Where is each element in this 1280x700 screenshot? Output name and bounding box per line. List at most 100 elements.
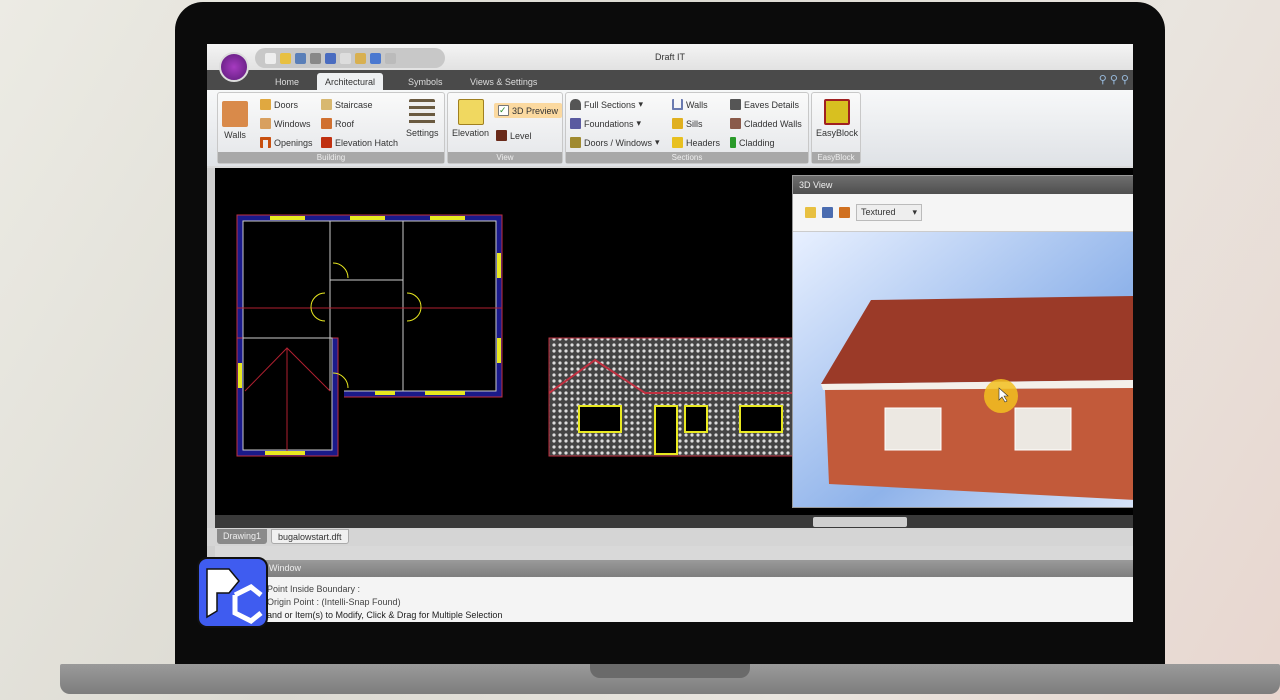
cladded-walls-button[interactable]: Cladded Walls: [730, 118, 802, 129]
level-label: Level: [510, 130, 532, 141]
roof-icon: [321, 118, 332, 129]
app-window: Draft IT Home Architectural Symbols View…: [207, 44, 1133, 622]
horizontal-scrollbar[interactable]: [215, 515, 1133, 528]
command-line: Origin Point : (Intelli-Snap Found): [267, 597, 401, 607]
3d-view-window[interactable]: 3D View Textured ▾: [792, 175, 1133, 508]
command-window: Point Inside Boundary : Origin Point : (…: [207, 577, 1133, 622]
headers-button[interactable]: Headers: [672, 137, 720, 148]
doc-tab-bugalowstart[interactable]: bugalowstart.dft: [271, 529, 349, 544]
cladded-walls-label: Cladded Walls: [744, 118, 802, 129]
group-easyblock: EasyBlock EasyBlock: [811, 92, 861, 164]
eaves-details-button[interactable]: Eaves Details: [730, 99, 799, 110]
zoom-icons[interactable]: ⚲ ⚲ ⚲: [1099, 73, 1129, 86]
ribbon-tabs: Home Architectural Symbols Views & Setti…: [207, 70, 1133, 90]
save-image-icon[interactable]: [822, 207, 833, 218]
window-title: Draft IT: [654, 52, 685, 62]
opening-icon: [260, 137, 271, 148]
cad-drawing: [236, 214, 796, 458]
elevation-hatch-label: Elevation Hatch: [335, 137, 399, 148]
foundations-dropdown[interactable]: Foundations ▾: [570, 118, 641, 129]
channel-logo: [197, 557, 268, 628]
3d-preview-label: 3D Preview: [512, 105, 559, 116]
cladding-label: Cladding: [739, 137, 775, 148]
home-view-icon[interactable]: [805, 207, 816, 218]
easyblock-label: EasyBlock: [816, 128, 859, 138]
openings-label: Openings: [274, 137, 313, 148]
group-label-view: View: [448, 152, 562, 163]
sills-button[interactable]: Sills: [672, 118, 703, 129]
door-icon: [260, 99, 271, 110]
3d-view-title: 3D View: [793, 176, 1133, 194]
windows-label: Windows: [274, 118, 311, 129]
tab-architectural[interactable]: Architectural: [317, 73, 384, 90]
command-window-header: Window: [207, 560, 1133, 577]
headers-label: Headers: [686, 137, 721, 148]
settings-button[interactable]: Settings: [406, 99, 439, 138]
headers-icon: [672, 137, 683, 148]
easyblock-button[interactable]: EasyBlock: [816, 99, 858, 138]
full-sections-icon: [570, 99, 581, 110]
front-elevation: [548, 337, 796, 457]
cladding-button[interactable]: Cladding: [730, 137, 775, 148]
section-walls-icon: [672, 99, 683, 110]
tab-views-settings[interactable]: Views & Settings: [462, 73, 545, 90]
foundations-label: Foundations: [584, 118, 634, 129]
full-sections-label: Full Sections: [584, 99, 636, 110]
window-icon: [260, 118, 271, 129]
command-line: Point Inside Boundary :: [267, 584, 361, 594]
laptop-notch: [590, 664, 750, 678]
roof-label: Roof: [335, 118, 355, 129]
group-view: Elevation ✓ 3D Preview Level View: [447, 92, 563, 164]
material-icon[interactable]: [839, 207, 850, 218]
foundations-icon: [570, 118, 581, 129]
level-icon: [496, 130, 507, 141]
cladded-walls-icon: [730, 118, 741, 129]
doors-button[interactable]: Doors: [260, 99, 298, 110]
sills-label: Sills: [686, 118, 703, 129]
cladding-icon: [730, 137, 736, 148]
3d-house-render[interactable]: [793, 232, 1133, 507]
document-tabs: Drawing1 bugalowstart.dft: [207, 528, 1133, 546]
level-button[interactable]: Level: [496, 130, 532, 141]
section-walls-label: Walls: [686, 99, 708, 110]
full-sections-dropdown[interactable]: Full Sections ▾: [570, 99, 643, 110]
3d-view-toolbar: Textured ▾: [793, 194, 1133, 232]
scrollbar-thumb[interactable]: [813, 517, 907, 527]
doors-windows-icon: [570, 137, 581, 148]
elevation-label: Elevation: [452, 128, 490, 138]
tab-symbols[interactable]: Symbols: [400, 73, 451, 90]
group-label-building: Building: [218, 152, 444, 163]
3d-preview-toggle[interactable]: ✓ 3D Preview: [494, 103, 563, 118]
tab-home[interactable]: Home: [267, 73, 307, 90]
staircase-button[interactable]: Staircase: [321, 99, 373, 110]
elevation-button[interactable]: Elevation: [452, 99, 489, 138]
render-mode-select[interactable]: Textured ▾: [856, 204, 922, 221]
walls-button[interactable]: Walls: [222, 101, 248, 140]
doors-label: Doors: [274, 99, 299, 110]
roof-button[interactable]: Roof: [321, 118, 354, 129]
group-building: Walls Doors Windows Openings Staircase R…: [217, 92, 445, 164]
doc-tab-drawing1[interactable]: Drawing1: [217, 529, 268, 544]
render-mode-value: Textured: [861, 207, 896, 217]
command-line: and or Item(s) to Modify, Click & Drag f…: [267, 610, 503, 620]
section-walls-button[interactable]: Walls: [672, 99, 708, 110]
settings-label: Settings: [406, 128, 439, 138]
walls-label: Walls: [224, 130, 246, 140]
eaves-details-label: Eaves Details: [744, 99, 800, 110]
sills-icon: [672, 118, 683, 129]
checkbox-checked-icon: ✓: [498, 105, 509, 116]
group-label-sections: Sections: [566, 152, 808, 163]
windows-button[interactable]: Windows: [260, 118, 311, 129]
group-label-easyblock: EasyBlock: [812, 152, 860, 163]
group-sections: Full Sections ▾ Foundations ▾ Doors / Wi…: [565, 92, 809, 164]
application-menu-button[interactable]: [219, 52, 249, 82]
eaves-icon: [730, 99, 741, 110]
floor-plan: [236, 214, 503, 458]
staircase-label: Staircase: [335, 99, 373, 110]
doors-windows-dropdown[interactable]: Doors / Windows ▾: [570, 137, 660, 148]
left-strip: [207, 168, 215, 578]
staircase-icon: [321, 99, 332, 110]
hatch-icon: [321, 137, 332, 148]
elevation-hatch-button[interactable]: Elevation Hatch: [321, 137, 398, 148]
openings-button[interactable]: Openings: [260, 137, 313, 148]
